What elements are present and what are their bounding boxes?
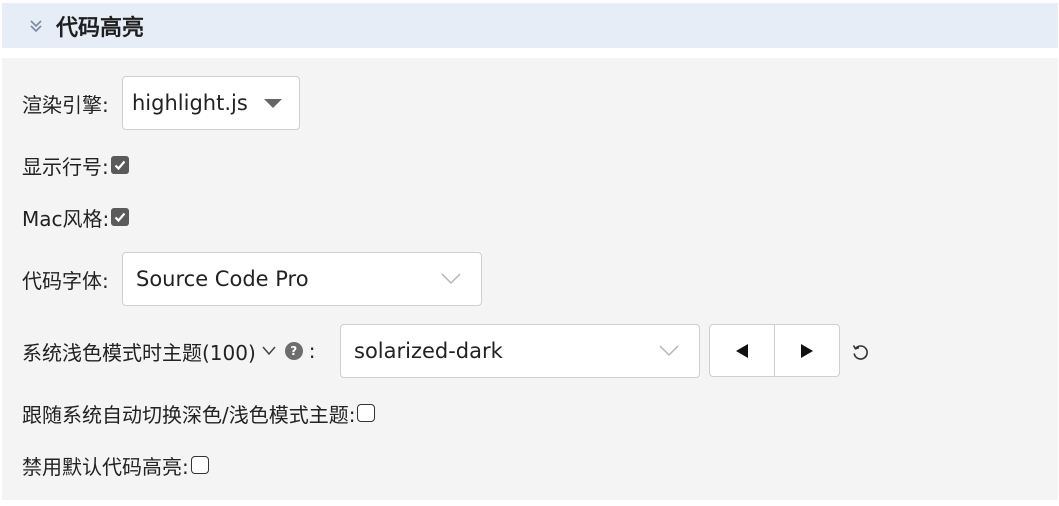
chevron-down-icon[interactable] xyxy=(262,346,276,356)
checkmark-icon xyxy=(114,160,126,171)
follow-system-checkbox[interactable] xyxy=(357,404,376,422)
checkmark-icon xyxy=(114,212,126,223)
light-theme-colon: : xyxy=(308,339,316,363)
code-font-value: Source Code Pro xyxy=(136,267,309,291)
help-icon[interactable]: ? xyxy=(284,342,303,360)
chevron-down-icon xyxy=(441,271,461,287)
triangle-left-icon xyxy=(736,343,748,358)
light-theme-select[interactable]: solarized-dark xyxy=(340,324,700,378)
line-numbers-checkbox[interactable] xyxy=(110,156,129,174)
light-theme-label: 系统浅色模式时主题(100) xyxy=(22,340,256,365)
reset-icon[interactable] xyxy=(849,341,871,363)
line-numbers-row: 显示行号: xyxy=(22,150,129,180)
triangle-right-icon xyxy=(801,343,813,358)
section-title: 代码高亮 xyxy=(56,15,145,41)
follow-system-label: 跟随系统自动切换深色/浅色模式主题: xyxy=(22,402,356,427)
theme-nav-buttons xyxy=(709,324,840,377)
engine-row: 渲染引擎: xyxy=(22,88,109,118)
disable-default-row: 禁用默认代码高亮: xyxy=(22,450,209,480)
mac-style-label: Mac风格: xyxy=(22,206,110,231)
disable-default-label: 禁用默认代码高亮: xyxy=(22,454,189,479)
caret-down-icon xyxy=(263,97,283,111)
mac-style-row: Mac风格: xyxy=(22,202,130,232)
follow-system-row: 跟随系统自动切换深色/浅色模式主题: xyxy=(22,398,376,428)
line-numbers-label: 显示行号: xyxy=(22,154,109,179)
light-theme-row: 系统浅色模式时主题(100) ? : xyxy=(22,336,316,366)
light-theme-value: solarized-dark xyxy=(354,339,503,363)
previous-theme-button[interactable] xyxy=(710,325,774,376)
mac-style-checkbox[interactable] xyxy=(111,208,130,226)
double-chevron-down-icon[interactable] xyxy=(26,16,46,36)
next-theme-button[interactable] xyxy=(774,325,839,376)
engine-label: 渲染引擎: xyxy=(22,92,109,117)
chevron-down-icon xyxy=(659,343,679,359)
engine-value: highlight.js xyxy=(132,91,248,115)
code-font-label: 代码字体: xyxy=(22,268,109,293)
code-font-row: 代码字体: xyxy=(22,264,109,294)
code-font-select[interactable]: Source Code Pro xyxy=(122,252,482,306)
engine-select[interactable]: highlight.js xyxy=(122,76,300,130)
disable-default-checkbox[interactable] xyxy=(190,456,209,474)
section-header[interactable]: 代码高亮 xyxy=(2,3,1058,48)
